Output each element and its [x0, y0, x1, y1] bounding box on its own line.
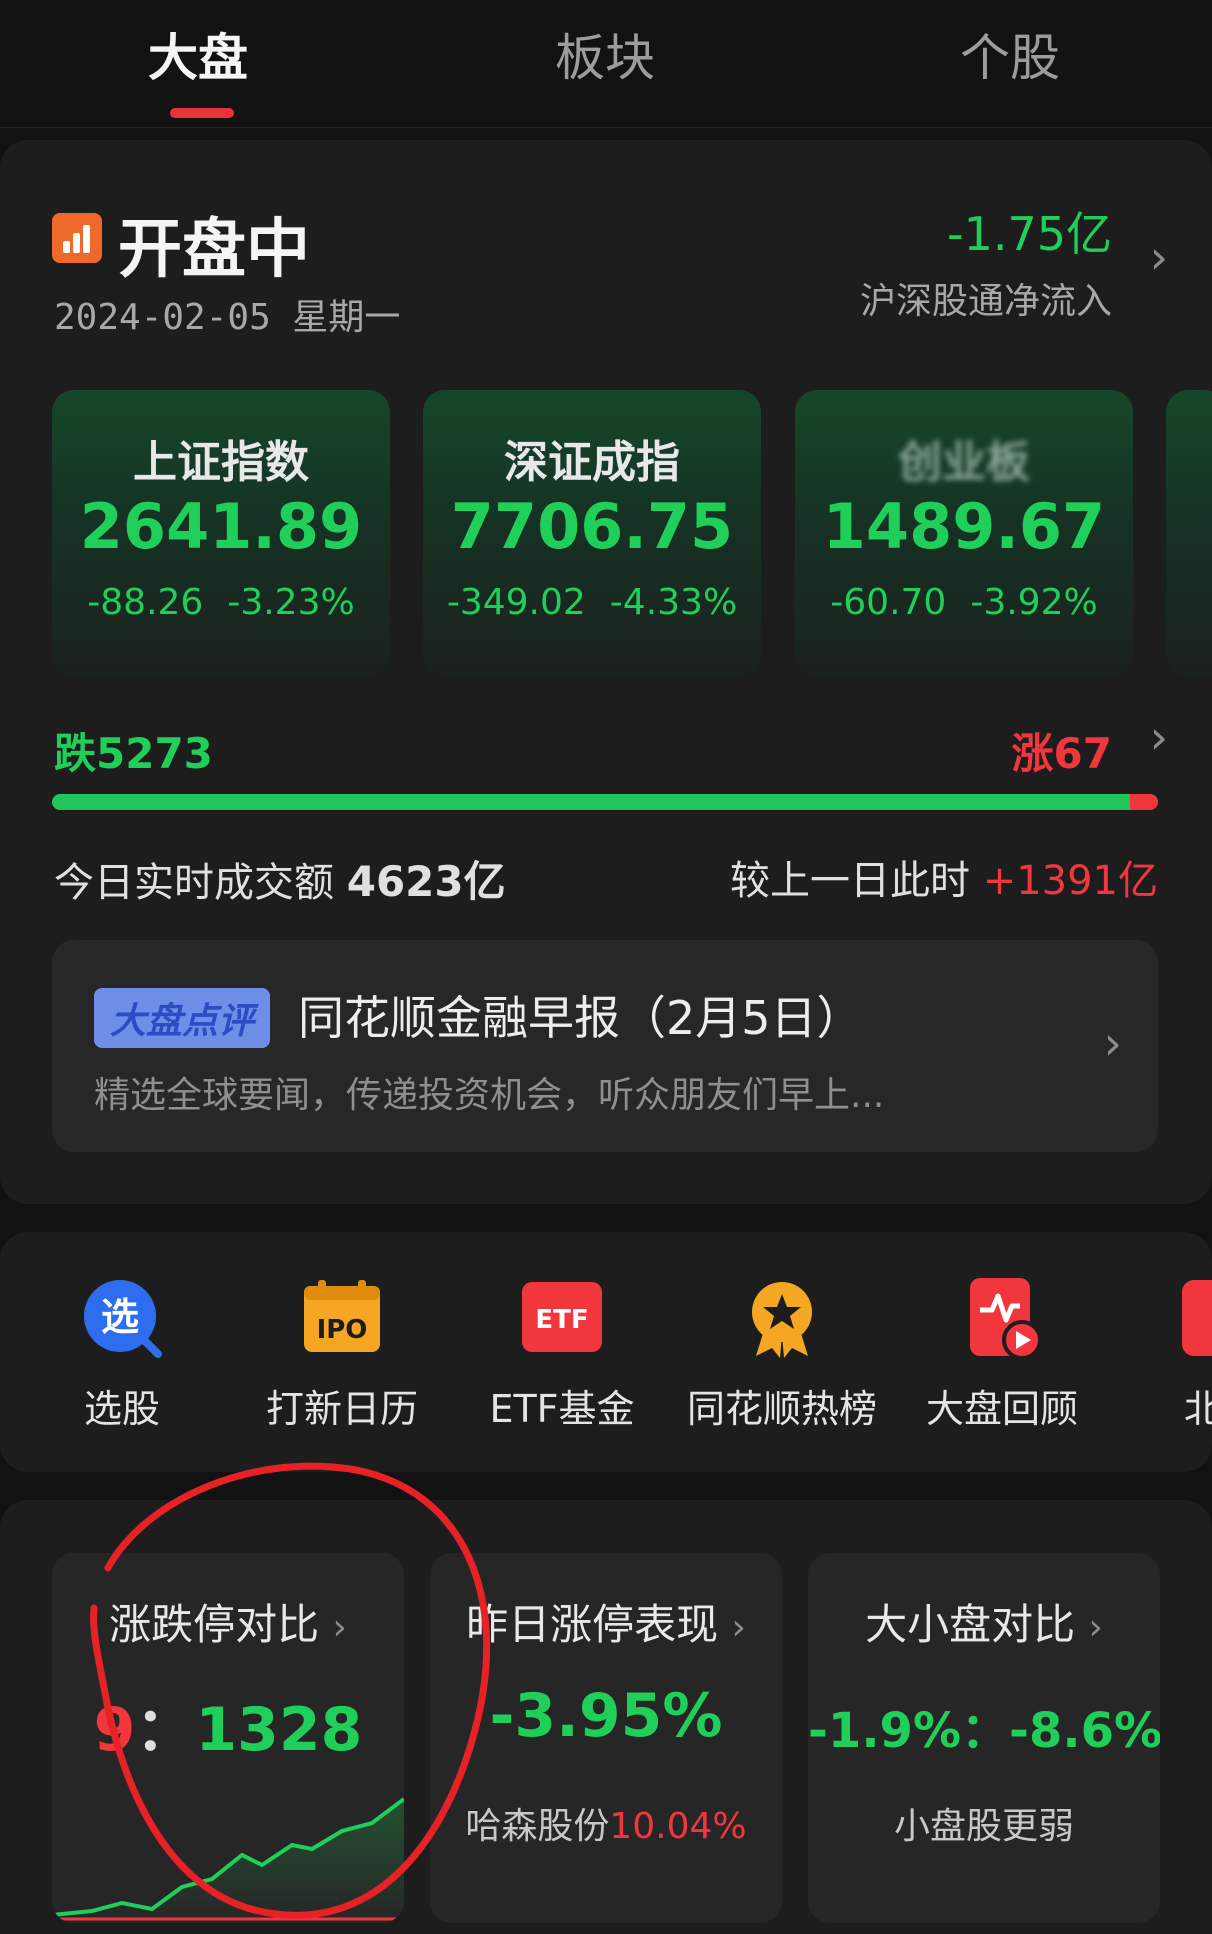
tool-stock-picker[interactable]: 选 选股	[17, 1276, 227, 1433]
stock-name: 哈森股份	[465, 1806, 610, 1847]
index-card-chinext[interactable]: 创业板 1489.67 -60.70 -3.92%	[795, 390, 1133, 676]
tab-stocks[interactable]: 个股	[960, 18, 1060, 90]
stat-title: 涨跌停对比 ›	[52, 1591, 404, 1652]
rise-fall-ratio-bar	[52, 794, 1158, 810]
stat-title: 大小盘对比 ›	[808, 1591, 1160, 1652]
tool-hot-list[interactable]: 同花顺热榜	[677, 1276, 887, 1433]
size-compare-card[interactable]: 大小盘对比 › -1.9%：-8.6% 小盘股更弱	[808, 1553, 1160, 1923]
index-card-next-partial[interactable]	[1166, 390, 1212, 676]
index-value: 7706.75	[450, 490, 734, 563]
limit-up-count: 9	[93, 1695, 136, 1765]
stat-sub: 哈森股份10.04%	[430, 1797, 782, 1849]
market-comment-news[interactable]: 大盘点评 同花顺金融早报（2月5日） 精选全球要闻，传递投资机会，听众朋友们早上…	[52, 940, 1158, 1152]
index-card-shanghai[interactable]: 上证指数 2641.89 -88.26 -3.23%	[52, 390, 390, 676]
news-title: 同花顺金融早报（2月5日）	[298, 991, 863, 1045]
tool-label: 选股	[83, 1387, 160, 1431]
ratio-separator: ：	[135, 1695, 196, 1765]
tool-ipo-calendar[interactable]: IPO 打新日历	[237, 1276, 447, 1433]
stat-value: 9：1328	[52, 1681, 404, 1768]
tab-market[interactable]: 大盘	[148, 18, 248, 90]
index-name: 深证成指	[504, 437, 680, 488]
beijiao-icon	[1182, 1280, 1212, 1356]
stat-title-text: 大小盘对比	[865, 1600, 1076, 1649]
stat-title-text: 昨日涨停表现	[466, 1600, 719, 1649]
net-flow-label[interactable]: 沪深股通净流入	[860, 272, 1112, 324]
index-change: -88.26 -3.23%	[52, 582, 390, 623]
market-status-icon	[52, 213, 102, 263]
tab-sectors[interactable]: 板块	[555, 18, 655, 90]
stock-change: 10.04%	[609, 1806, 747, 1847]
index-change-points: -349.02	[446, 582, 586, 623]
hot-list-badge-icon	[752, 1282, 812, 1358]
net-flow-value[interactable]: -1.75亿	[947, 198, 1112, 264]
svg-text:选: 选	[101, 1295, 139, 1339]
chevron-right-icon: ›	[332, 1607, 347, 1648]
stat-sub: 小盘股更弱	[893, 1806, 1074, 1847]
index-change-pct: -3.23%	[227, 582, 355, 623]
rise-share-fill	[1130, 794, 1158, 810]
turnover-compare: 较上一日此时 +1391亿	[730, 848, 1158, 906]
top-tab-bar: 大盘 板块 个股	[0, 0, 1212, 128]
tool-label: 北交	[1183, 1387, 1212, 1431]
tool-market-replay[interactable]: 大盘回顾	[897, 1276, 1107, 1433]
index-change-points: -88.26	[87, 582, 204, 623]
index-name: 创业板	[898, 437, 1030, 488]
stat-title: 昨日涨停表现 ›	[430, 1591, 782, 1652]
chevron-right-icon: ›	[731, 1607, 746, 1648]
turnover: 今日实时成交额 4623亿	[54, 848, 506, 909]
index-change-points: -60.70	[830, 582, 947, 623]
tool-label: 大盘回顾	[925, 1387, 1078, 1431]
active-tab-indicator	[170, 108, 234, 118]
news-subtitle: 精选全球要闻，传递投资机会，听众朋友们早上...	[94, 1075, 885, 1116]
index-change-pct: -4.33%	[609, 582, 738, 623]
yesterday-limit-card[interactable]: 昨日涨停表现 › -3.95% 哈森股份10.04%	[430, 1553, 782, 1923]
turnover-prefix: 今日实时成交额	[54, 860, 334, 906]
compare-value: +1391亿	[982, 858, 1158, 904]
stat-title-text: 涨跌停对比	[109, 1600, 320, 1649]
limit-down-count: 1328	[195, 1695, 363, 1765]
etf-icon: ETF	[522, 1282, 602, 1352]
market-status: 开盘中	[118, 213, 310, 287]
index-card-shenzhen[interactable]: 深证成指 7706.75 -349.02 -4.33%	[423, 390, 761, 676]
stock-picker-icon: 选	[84, 1280, 162, 1358]
fall-count[interactable]: 跌5273	[54, 720, 213, 781]
tool-label: 打新日历	[265, 1387, 418, 1431]
chevron-right-icon[interactable]: ›	[1150, 710, 1168, 764]
index-change: -349.02 -4.33%	[423, 582, 761, 623]
limit-compare-card[interactable]: 涨跌停对比 › 9：1328	[52, 1553, 404, 1923]
svg-text:ETF: ETF	[535, 1305, 588, 1335]
limit-trend-sparkline	[52, 1797, 404, 1923]
chevron-right-icon: ›	[1103, 1016, 1122, 1070]
index-value: 2641.89	[79, 490, 363, 563]
svg-text:IPO: IPO	[317, 1315, 368, 1345]
market-stats-card: 涨跌停对比 › 9：1328 昨日涨停表现 › -3.95% 哈森股份10.04…	[0, 1500, 1212, 1934]
shortcut-tools-card: 选 选股 IPO 打新日历 ETF ETF基金 同花顺热榜 大盘回顾 北	[0, 1232, 1212, 1472]
index-change: -60.70 -3.92%	[795, 582, 1133, 623]
stat-value: -3.95%	[489, 1681, 723, 1751]
news-tag: 大盘点评	[94, 988, 271, 1048]
tool-beijiao[interactable]: 北交	[1117, 1276, 1212, 1433]
tool-etf-fund[interactable]: ETF ETF基金	[457, 1276, 667, 1433]
chevron-right-icon[interactable]: ›	[1150, 230, 1168, 284]
chevron-right-icon: ›	[1088, 1607, 1103, 1648]
index-value: 1489.67	[822, 490, 1106, 563]
compare-prefix: 较上一日此时	[729, 858, 970, 904]
market-date: 2024-02-05 星期一	[54, 297, 401, 338]
tool-label: ETF基金	[489, 1387, 635, 1431]
ipo-calendar-icon: IPO	[304, 1280, 380, 1352]
market-replay-icon	[970, 1278, 1042, 1360]
index-change-pct: -3.92%	[970, 582, 1098, 623]
stat-value: -1.9%：-8.6%	[808, 1703, 1160, 1759]
market-overview-card: 开盘中 2024-02-05 星期一 -1.75亿 沪深股通净流入 › 上证指数…	[0, 140, 1212, 1204]
rise-count[interactable]: 涨67	[1012, 720, 1112, 781]
turnover-value: 4623亿	[346, 857, 506, 906]
tool-label: 同花顺热榜	[686, 1387, 877, 1431]
index-name: 上证指数	[133, 437, 309, 488]
